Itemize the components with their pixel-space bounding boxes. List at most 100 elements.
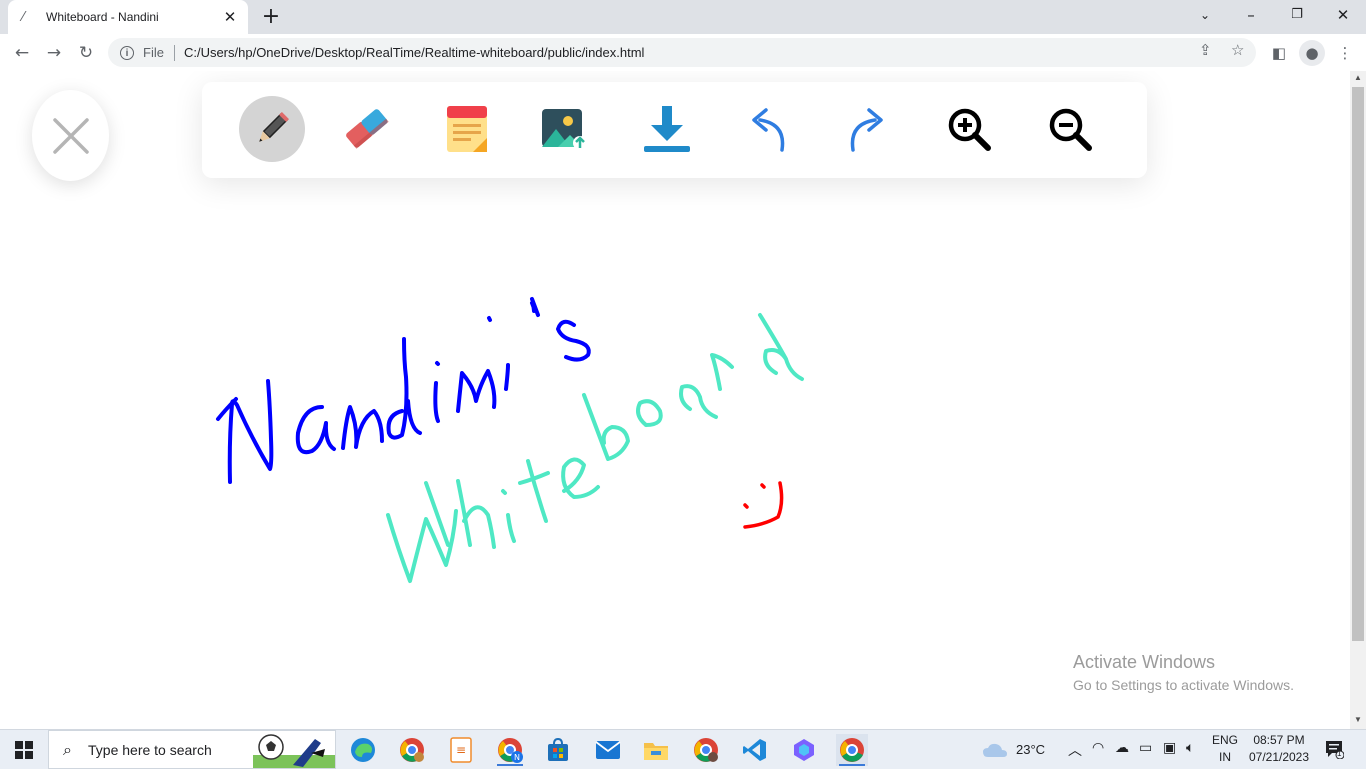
bookmark-star-icon[interactable]: ☆ bbox=[1231, 41, 1244, 59]
zoom-in-tool-button[interactable] bbox=[936, 96, 1002, 162]
drawing-smiley bbox=[743, 481, 784, 529]
taskbar-search-box[interactable]: ⌕ Type here to search bbox=[48, 730, 336, 769]
tab-whiteboard[interactable]: ⁄ Whiteboard - Nandini ✕ bbox=[8, 0, 248, 34]
zoom-out-tool-button[interactable] bbox=[1037, 96, 1103, 162]
eraser-icon bbox=[346, 109, 389, 149]
tab-search-icon[interactable]: ⌄ bbox=[1182, 0, 1228, 30]
calculator-app-icon: ≡ bbox=[450, 737, 472, 763]
stroke-smile bbox=[743, 481, 784, 529]
copilot-icon bbox=[794, 739, 814, 761]
undo-icon bbox=[752, 108, 785, 152]
omnibox[interactable]: i File C:/Users/hp/OneDrive/Desktop/Real… bbox=[108, 38, 1256, 67]
image-upload-icon bbox=[542, 109, 587, 150]
undo-tool-button[interactable] bbox=[734, 96, 800, 162]
search-highlight-football-icon bbox=[253, 734, 335, 768]
running-indicator bbox=[497, 764, 523, 766]
share-icon[interactable]: ⇪ bbox=[1199, 41, 1212, 59]
chrome-profile-2-icon bbox=[694, 738, 718, 762]
stroke-b bbox=[582, 393, 630, 461]
omnibox-divider bbox=[173, 44, 175, 61]
show-hidden-icons-icon[interactable]: ︿ bbox=[1068, 740, 1082, 760]
side-panel-icon[interactable]: ◧ bbox=[1266, 40, 1292, 66]
redo-icon bbox=[850, 108, 883, 152]
weather-widget[interactable]: 23°C bbox=[982, 730, 1045, 769]
profile-avatar-icon[interactable]: ● bbox=[1299, 40, 1325, 66]
pencil-icon bbox=[259, 112, 289, 142]
stroke-r bbox=[710, 353, 734, 391]
weather-temp: 23°C bbox=[1016, 742, 1046, 757]
onedrive-icon[interactable]: ☁ bbox=[1115, 740, 1129, 756]
redo-tool-button[interactable] bbox=[835, 96, 901, 162]
image-upload-tool-button[interactable] bbox=[531, 96, 597, 162]
language-line1: ENG bbox=[1211, 733, 1238, 747]
taskbar-edge[interactable] bbox=[347, 734, 379, 766]
network-icon[interactable]: ◠ bbox=[1092, 740, 1104, 756]
address-bar: ← → ↻ i File C:/Users/hp/OneDrive/Deskto… bbox=[0, 34, 1366, 72]
taskbar-store[interactable] bbox=[542, 734, 574, 766]
language-line2: IN bbox=[1219, 750, 1231, 764]
reload-button[interactable]: ↻ bbox=[74, 41, 98, 65]
download-icon bbox=[644, 106, 690, 152]
start-button[interactable] bbox=[0, 730, 48, 769]
minimize-button[interactable]: – bbox=[1228, 0, 1274, 30]
zoom-in-icon bbox=[948, 108, 991, 151]
language-indicator[interactable]: ENG IN bbox=[1210, 732, 1240, 766]
close-x-icon bbox=[52, 117, 89, 154]
download-tool-button[interactable] bbox=[634, 96, 700, 162]
stroke-W bbox=[386, 481, 458, 583]
vscode-icon bbox=[743, 739, 766, 761]
vertical-scrollbar[interactable]: ▲ ▼ bbox=[1350, 71, 1366, 729]
menu-kebab-icon[interactable]: ⋮ bbox=[1332, 40, 1358, 66]
taskbar: ⌕ Type here to search ≡ N 23°C ︿ ◠ ☁ ▭ ▣… bbox=[0, 729, 1366, 769]
mail-icon bbox=[595, 741, 621, 759]
tool-bar bbox=[202, 82, 1147, 178]
clock[interactable]: 08:57 PM 07/21/2023 bbox=[1244, 732, 1314, 766]
close-window-button[interactable]: ✕ bbox=[1320, 0, 1366, 30]
notification-center-button[interactable]: 1 bbox=[1324, 739, 1345, 760]
taskbar-chrome-profile-2[interactable] bbox=[690, 734, 722, 766]
taskbar-vscode[interactable] bbox=[739, 734, 771, 766]
taskbar-file-explorer[interactable] bbox=[640, 734, 672, 766]
stroke-s bbox=[556, 319, 591, 362]
tab-title: Whiteboard - Nandini bbox=[46, 10, 159, 24]
taskbar-chrome-n-profile[interactable]: N bbox=[494, 734, 526, 766]
sticky-note-tool-button[interactable] bbox=[434, 96, 500, 162]
battery-icon[interactable]: ▭ bbox=[1139, 740, 1152, 756]
taskbar-chrome-profile[interactable] bbox=[396, 734, 428, 766]
new-tab-button[interactable]: + bbox=[258, 4, 284, 30]
whiteboard-page: Activate Windows Go to Settings to activ… bbox=[0, 71, 1350, 729]
close-button[interactable] bbox=[32, 90, 109, 181]
stroke-e bbox=[561, 457, 600, 499]
restore-button[interactable]: ❐ bbox=[1274, 0, 1320, 30]
pencil-tool-button[interactable] bbox=[239, 96, 305, 162]
speaker-icon[interactable]: 🔈︎ bbox=[1186, 740, 1194, 756]
activate-windows-watermark: Activate Windows Go to Settings to activ… bbox=[1073, 652, 1294, 693]
clock-time: 08:57 PM bbox=[1253, 733, 1305, 747]
url-text[interactable]: C:/Users/hp/OneDrive/Desktop/RealTime/Re… bbox=[184, 45, 644, 60]
stroke-N bbox=[227, 379, 274, 484]
meet-now-icon[interactable]: ▣ bbox=[1163, 740, 1176, 756]
tab-strip: ⁄ Whiteboard - Nandini ✕ + ⌄ – ❐ ✕ bbox=[0, 0, 1366, 34]
search-icon: ⌕ bbox=[63, 739, 72, 759]
eraser-tool-button[interactable] bbox=[333, 96, 399, 162]
taskbar-calculator-app[interactable]: ≡ bbox=[445, 734, 477, 766]
scroll-thumb[interactable] bbox=[1352, 87, 1364, 641]
taskbar-chrome[interactable] bbox=[836, 734, 868, 766]
drawing-whiteboard bbox=[386, 313, 804, 583]
store-icon bbox=[548, 738, 568, 761]
site-info-icon[interactable]: i bbox=[120, 45, 134, 60]
stroke-apostrophe bbox=[530, 297, 540, 317]
scroll-down-icon[interactable]: ▼ bbox=[1350, 713, 1366, 727]
taskbar-copilot[interactable] bbox=[788, 734, 820, 766]
activate-title: Activate Windows bbox=[1073, 652, 1216, 672]
forward-button[interactable]: → bbox=[42, 41, 66, 65]
back-button[interactable]: ← bbox=[10, 41, 34, 65]
stroke-n bbox=[341, 405, 384, 450]
scroll-up-icon[interactable]: ▲ bbox=[1350, 71, 1366, 85]
activate-subtitle: Go to Settings to activate Windows. bbox=[1073, 677, 1294, 693]
stroke-n2 bbox=[456, 369, 497, 413]
close-tab-icon[interactable]: ✕ bbox=[222, 8, 238, 26]
stroke-d bbox=[386, 337, 422, 440]
stroke-i1 bbox=[433, 361, 440, 423]
taskbar-mail[interactable] bbox=[592, 734, 624, 766]
